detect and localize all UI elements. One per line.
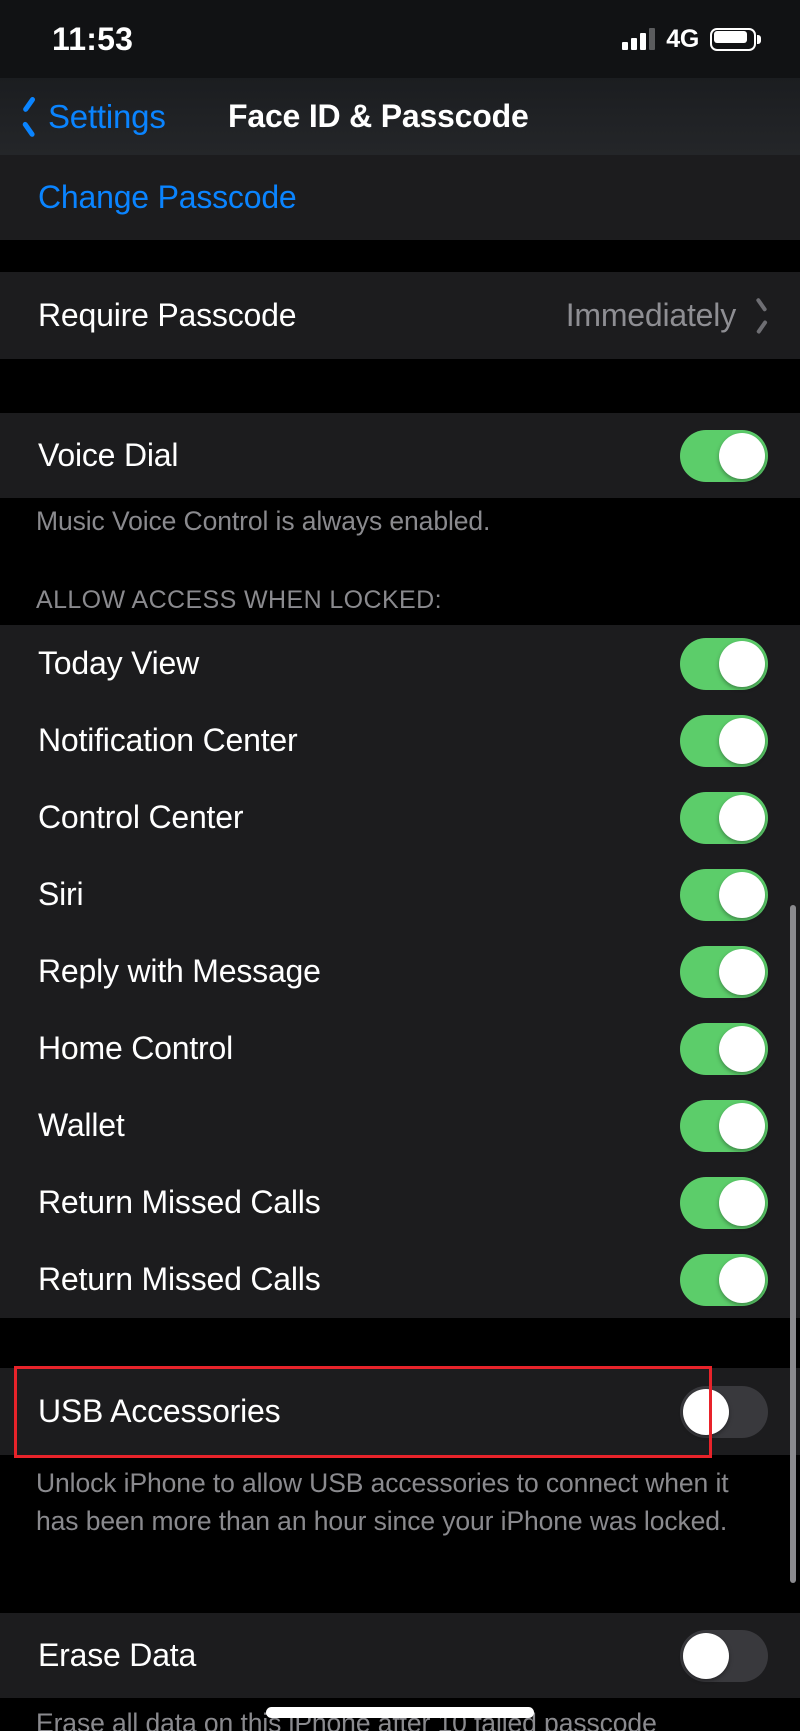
allow-access-row-return-missed-calls[interactable]: Return Missed Calls	[0, 1164, 800, 1241]
allow-access-section-header: ALLOW ACCESS WHEN LOCKED:	[36, 586, 442, 614]
navigation-bar: Settings Face ID & Passcode	[0, 78, 800, 155]
allow-access-row-return-missed-calls-2[interactable]: Return Missed Calls	[0, 1241, 800, 1318]
change-passcode-row[interactable]: Change Passcode	[0, 155, 800, 240]
home-indicator[interactable]	[266, 1707, 534, 1718]
row-label: Home Control	[38, 1030, 234, 1066]
allow-access-row-control-center[interactable]: Control Center	[0, 779, 800, 856]
require-passcode-label: Require Passcode	[38, 297, 297, 333]
back-button[interactable]: Settings	[22, 98, 166, 136]
voice-dial-toggle[interactable]	[680, 429, 768, 482]
allow-access-row-notification-center[interactable]: Notification Center	[0, 702, 800, 779]
home-control-toggle[interactable]	[680, 1022, 768, 1075]
return-missed-calls-toggle[interactable]	[680, 1176, 768, 1229]
change-passcode-label: Change Passcode	[38, 179, 297, 215]
chevron-left-icon	[22, 102, 39, 131]
allow-access-row-home-control[interactable]: Home Control	[0, 1010, 800, 1087]
require-passcode-row[interactable]: Require Passcode Immediately	[0, 272, 800, 359]
usb-accessories-footnote: Unlock iPhone to allow USB accessories t…	[36, 1468, 729, 1536]
row-label: Reply with Message	[38, 953, 321, 989]
erase-data-toggle[interactable]	[680, 1629, 768, 1682]
row-label: Notification Center	[38, 722, 298, 758]
row-label: Return Missed Calls	[38, 1184, 321, 1220]
battery-icon	[710, 27, 761, 51]
allow-access-row-reply-with-message[interactable]: Reply with Message	[0, 933, 800, 1010]
iphone-settings-screen: 11:53 4G Settings Face ID & Passcode Cha…	[0, 0, 800, 1731]
row-label: Today View	[38, 645, 200, 681]
row-label: Wallet	[38, 1107, 125, 1143]
voice-dial-row[interactable]: Voice Dial	[0, 413, 800, 498]
row-label: USB Accessories	[38, 1393, 281, 1429]
reply-with-message-toggle[interactable]	[680, 945, 768, 998]
allow-access-row-siri[interactable]: Siri	[0, 856, 800, 933]
voice-dial-label: Voice Dial	[38, 437, 179, 473]
status-bar-clock: 11:53	[52, 20, 134, 57]
allow-access-row-today-view[interactable]: Today View	[0, 625, 800, 702]
erase-data-label: Erase Data	[38, 1637, 197, 1673]
row-label: Control Center	[38, 799, 244, 835]
status-bar-indicators: 4G	[622, 24, 761, 54]
siri-toggle[interactable]	[680, 868, 768, 921]
control-center-toggle[interactable]	[680, 791, 768, 844]
back-button-label: Settings	[48, 97, 166, 135]
erase-data-row[interactable]: Erase Data	[0, 1613, 800, 1698]
row-label: Siri	[38, 876, 84, 912]
return-missed-calls-toggle-2[interactable]	[680, 1253, 768, 1306]
allow-access-row-wallet[interactable]: Wallet	[0, 1087, 800, 1164]
allow-access-row-usb-accessories[interactable]: USB Accessories	[0, 1368, 800, 1455]
signal-bars-icon	[622, 28, 656, 50]
status-bar: 11:53 4G	[0, 0, 800, 78]
wallet-toggle[interactable]	[680, 1099, 768, 1152]
voice-dial-footnote: Music Voice Control is always enabled.	[36, 506, 491, 536]
today-view-toggle[interactable]	[680, 637, 768, 690]
chevron-right-icon	[754, 303, 768, 329]
vertical-scrollbar[interactable]	[790, 905, 796, 1583]
row-label: Return Missed Calls	[38, 1261, 321, 1297]
notification-center-toggle[interactable]	[680, 714, 768, 767]
network-type-label: 4G	[666, 24, 699, 53]
require-passcode-value: Immediately	[565, 297, 737, 333]
usb-accessories-toggle[interactable]	[680, 1385, 768, 1438]
page-title: Face ID & Passcode	[228, 98, 529, 134]
